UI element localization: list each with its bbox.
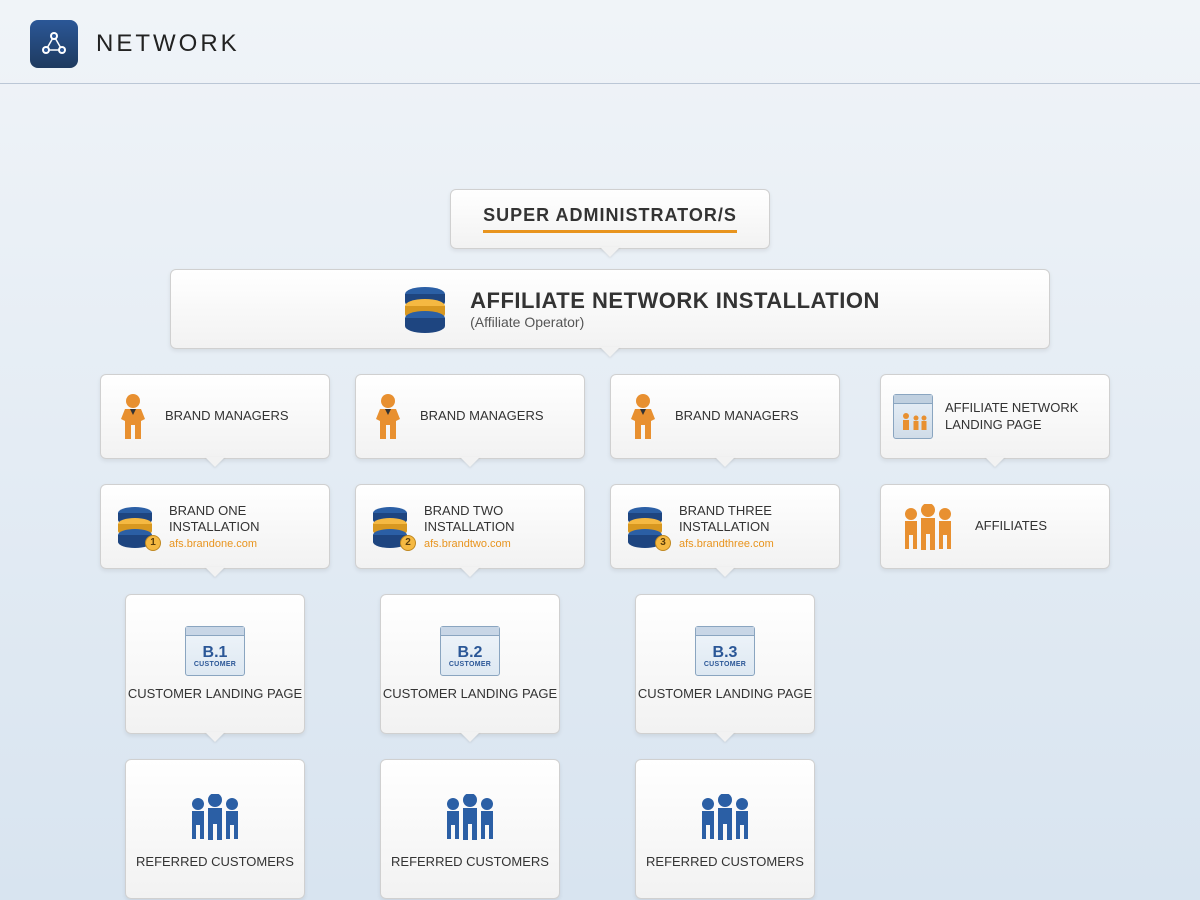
install-title: BRAND THREE INSTALLATION bbox=[679, 503, 827, 534]
customers-label: REFERRED CUSTOMERS bbox=[136, 854, 294, 870]
install-badge: 2 bbox=[400, 535, 416, 551]
network-diagram: SUPER ADMINISTRATOR/S AFFILIATE NETWORK … bbox=[0, 84, 1200, 124]
database-icon: 3 bbox=[623, 505, 667, 549]
brand-managers-label: BRAND MANAGERS bbox=[420, 408, 544, 425]
customer-landing-box-3: B.3 CUSTOMER CUSTOMER LANDING PAGE bbox=[635, 594, 815, 734]
landing-code: B.2 bbox=[458, 645, 483, 661]
referred-customers-box-2: REFERRED CUSTOMERS bbox=[380, 759, 560, 899]
referred-customers-box-3: REFERRED CUSTOMERS bbox=[635, 759, 815, 899]
browser-window-icon bbox=[893, 394, 933, 439]
brand-install-box-1: 1 BRAND ONE INSTALLATION afs.brandone.co… bbox=[100, 484, 330, 569]
database-icon: 2 bbox=[368, 505, 412, 549]
affiliate-install-title: AFFILIATE NETWORK INSTALLATION bbox=[470, 288, 880, 314]
landing-label: CUSTOMER LANDING PAGE bbox=[638, 686, 812, 702]
people-group-icon bbox=[893, 499, 963, 554]
person-icon bbox=[368, 392, 408, 442]
affiliate-install-box: AFFILIATE NETWORK INSTALLATION (Affiliat… bbox=[170, 269, 1050, 349]
network-icon bbox=[30, 20, 78, 68]
browser-customer-icon: B.2 CUSTOMER bbox=[440, 626, 500, 676]
landing-label: CUSTOMER LANDING PAGE bbox=[383, 686, 557, 702]
landing-sub: CUSTOMER bbox=[704, 661, 746, 668]
brand-install-box-2: 2 BRAND TWO INSTALLATION afs.brandtwo.co… bbox=[355, 484, 585, 569]
database-icon: 1 bbox=[113, 505, 157, 549]
install-url: afs.brandtwo.com bbox=[424, 538, 572, 550]
affiliate-landing-label: AFFILIATE NETWORK LANDING PAGE bbox=[945, 400, 1097, 434]
install-url: afs.brandthree.com bbox=[679, 538, 827, 550]
person-icon bbox=[113, 392, 153, 442]
customer-landing-box-1: B.1 CUSTOMER CUSTOMER LANDING PAGE bbox=[125, 594, 305, 734]
database-icon bbox=[400, 284, 450, 334]
browser-customer-icon: B.3 CUSTOMER bbox=[695, 626, 755, 676]
landing-label: CUSTOMER LANDING PAGE bbox=[128, 686, 302, 702]
brand-managers-label: BRAND MANAGERS bbox=[165, 408, 289, 425]
referred-customers-box-1: REFERRED CUSTOMERS bbox=[125, 759, 305, 899]
brand-managers-box-1: BRAND MANAGERS bbox=[100, 374, 330, 459]
people-group-icon bbox=[435, 789, 505, 844]
page-title: NETWORK bbox=[96, 30, 240, 58]
people-group-icon bbox=[180, 789, 250, 844]
install-badge: 1 bbox=[145, 535, 161, 551]
brand-install-box-3: 3 BRAND THREE INSTALLATION afs.brandthre… bbox=[610, 484, 840, 569]
install-badge: 3 bbox=[655, 535, 671, 551]
customers-label: REFERRED CUSTOMERS bbox=[391, 854, 549, 870]
landing-sub: CUSTOMER bbox=[194, 661, 236, 668]
install-url: afs.brandone.com bbox=[169, 538, 317, 550]
landing-sub: CUSTOMER bbox=[449, 661, 491, 668]
landing-code: B.3 bbox=[713, 645, 738, 661]
super-admin-box: SUPER ADMINISTRATOR/S bbox=[450, 189, 770, 249]
customers-label: REFERRED CUSTOMERS bbox=[646, 854, 804, 870]
customer-landing-box-2: B.2 CUSTOMER CUSTOMER LANDING PAGE bbox=[380, 594, 560, 734]
brand-managers-box-2: BRAND MANAGERS bbox=[355, 374, 585, 459]
brand-managers-label: BRAND MANAGERS bbox=[675, 408, 799, 425]
page-header: NETWORK bbox=[0, 0, 1200, 84]
person-icon bbox=[623, 392, 663, 442]
super-admin-label: SUPER ADMINISTRATOR/S bbox=[483, 205, 737, 233]
affiliates-box: AFFILIATES bbox=[880, 484, 1110, 569]
landing-code: B.1 bbox=[203, 645, 228, 661]
install-title: BRAND ONE INSTALLATION bbox=[169, 503, 317, 534]
affiliate-landing-box: AFFILIATE NETWORK LANDING PAGE bbox=[880, 374, 1110, 459]
install-title: BRAND TWO INSTALLATION bbox=[424, 503, 572, 534]
affiliate-install-subtitle: (Affiliate Operator) bbox=[470, 314, 880, 330]
browser-customer-icon: B.1 CUSTOMER bbox=[185, 626, 245, 676]
people-group-icon bbox=[690, 789, 760, 844]
brand-managers-box-3: BRAND MANAGERS bbox=[610, 374, 840, 459]
affiliates-label: AFFILIATES bbox=[975, 518, 1047, 535]
